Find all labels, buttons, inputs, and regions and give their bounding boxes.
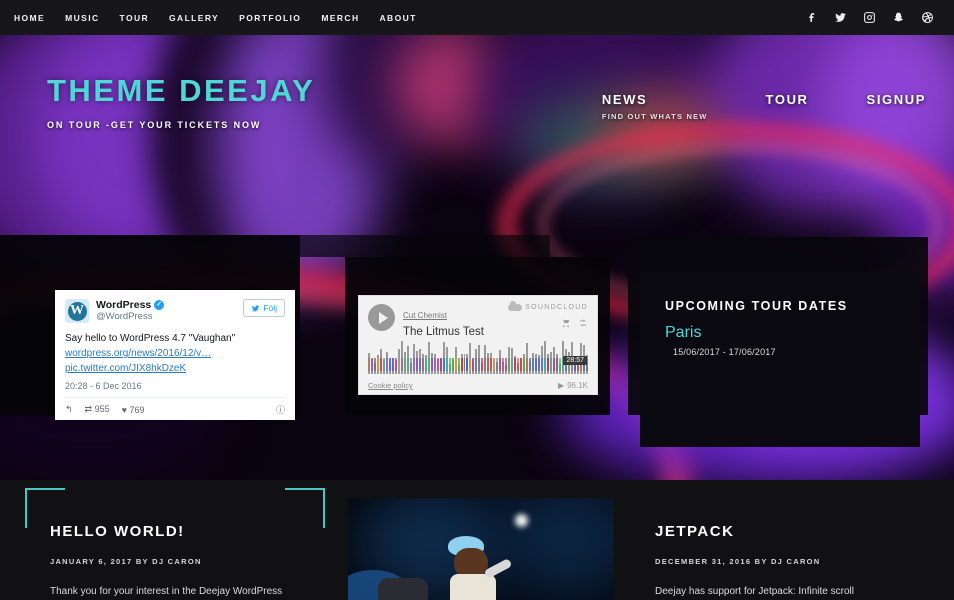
post-title[interactable]: HELLO WORLD!: [50, 523, 325, 540]
hero-link-news[interactable]: NEWS FIND OUT WHATS NEW: [602, 92, 708, 121]
hero-link-news-title: NEWS: [601, 92, 648, 107]
nav-music[interactable]: MUSIC: [65, 13, 99, 23]
post-excerpt: Deejay has support for Jetpack: Infinite…: [655, 586, 854, 597]
post-meta: DECEMBER 31, 2016 BY DJ CARON: [655, 557, 821, 566]
hero-link-news-subtitle: FIND OUT WHATS NEW: [601, 112, 708, 121]
nav-about[interactable]: ABOUT: [380, 13, 417, 23]
nav-merch[interactable]: MERCH: [321, 13, 359, 23]
site-branding: THEME DEEJAY ON TOUR -GET YOUR TICKETS N…: [47, 73, 315, 130]
site-title: THEME DEEJAY: [47, 73, 316, 108]
social-links: [805, 11, 954, 24]
primary-nav: HOME MUSIC TOUR GALLERY PORTFOLIO MERCH …: [0, 13, 417, 23]
dribbble-icon[interactable]: [921, 11, 934, 24]
post-excerpt: Thank you for your interest in the Deeja…: [50, 586, 283, 597]
instagram-icon[interactable]: [863, 11, 876, 24]
post-meta: JANUARY 6, 2017 BY DJ CARON: [50, 557, 202, 566]
post-title[interactable]: JETPACK: [655, 523, 940, 540]
top-navigation-bar: HOME MUSIC TOUR GALLERY PORTFOLIO MERCH …: [0, 0, 954, 35]
hero-section: THEME DEEJAY ON TOUR -GET YOUR TICKETS N…: [0, 35, 954, 480]
blog-post-jetpack: JETPACK DECEMBER 31, 2016 BY DJ CARON De…: [650, 480, 940, 599]
twitter-icon[interactable]: [834, 11, 847, 24]
blog-post-hello-world: HELLO WORLD! JANUARY 6, 2017 BY DJ CARON…: [25, 480, 325, 599]
hero-link-signup[interactable]: SIGNUP: [867, 92, 926, 107]
hero-link-signup-title: SIGNUP: [866, 92, 926, 107]
facebook-icon[interactable]: [805, 11, 818, 24]
hero-nav: NEWS FIND OUT WHATS NEW TOUR SIGNUP: [602, 92, 926, 121]
nav-home[interactable]: HOME: [14, 13, 45, 23]
nav-gallery[interactable]: GALLERY: [169, 13, 219, 23]
snapchat-icon[interactable]: [892, 11, 905, 24]
blog-featured-image[interactable]: [348, 498, 614, 600]
blog-column-hello-world: HELLO WORLD! JANUARY 6, 2017 BY DJ CARON…: [25, 480, 325, 599]
hero-link-tour-title: TOUR: [765, 92, 809, 107]
blog-section: HELLO WORLD! JANUARY 6, 2017 BY DJ CARON…: [0, 480, 954, 600]
hero-link-tour[interactable]: TOUR: [766, 92, 809, 107]
nav-portfolio[interactable]: PORTFOLIO: [239, 13, 301, 23]
blog-column-jetpack: JETPACK DECEMBER 31, 2016 BY DJ CARON De…: [650, 480, 940, 599]
nav-tour[interactable]: TOUR: [120, 13, 150, 23]
site-tagline: ON TOUR -GET YOUR TICKETS NOW: [47, 120, 262, 130]
